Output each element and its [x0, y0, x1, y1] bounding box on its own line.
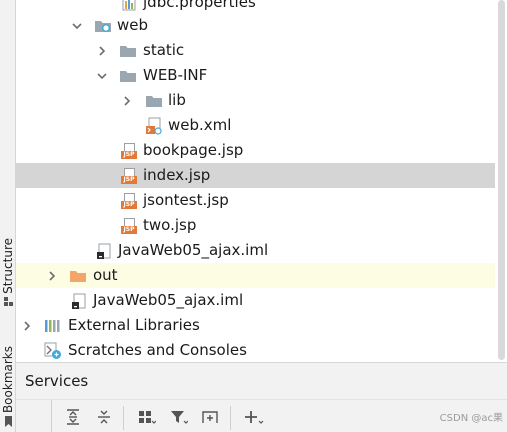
add-service-icon[interactable]	[243, 406, 265, 428]
chevron-down-icon[interactable]	[69, 18, 85, 34]
watermark: CSDN @ac果	[439, 413, 503, 424]
tree-row-static[interactable]: static	[16, 38, 495, 63]
folder-icon	[145, 92, 163, 110]
tree-label: JavaWeb05_ajax.iml	[118, 241, 269, 259]
bookmarks-tab-label: Bookmarks	[1, 346, 15, 414]
tree-row-web-inf[interactable]: WEB-INF	[16, 63, 495, 88]
left-tool-strip: Structure Bookmarks	[0, 0, 16, 432]
tree-row-lib[interactable]: lib	[16, 88, 495, 113]
collapse-all-icon[interactable]	[93, 406, 115, 428]
chevron-down-icon[interactable]	[94, 68, 110, 84]
services-title: Services	[25, 372, 89, 390]
iml-file-icon	[95, 242, 113, 260]
services-panel: Services	[16, 362, 507, 432]
tree-label: jsontest.jsp	[143, 191, 229, 209]
chevron-right-icon[interactable]	[44, 268, 60, 284]
tree-row-out[interactable]: out	[16, 263, 495, 288]
chevron-right-icon[interactable]	[94, 43, 110, 59]
structure-tab-label: Structure	[1, 238, 15, 294]
tree-label: JavaWeb05_ajax.iml	[93, 291, 244, 309]
services-toolbar	[16, 399, 507, 432]
jsp-file-icon: JSP	[120, 192, 138, 210]
group-by-icon[interactable]	[136, 406, 158, 428]
expand-all-icon[interactable]	[62, 406, 84, 428]
new-tab-icon[interactable]	[199, 406, 221, 428]
tree-label: lib	[168, 91, 186, 109]
tree-row-module-iml[interactable]: JavaWeb05_ajax.iml	[16, 238, 495, 263]
chevron-right-icon[interactable]	[19, 318, 35, 334]
bookmark-icon	[4, 416, 12, 428]
structure-icon	[3, 296, 13, 306]
jsp-file-icon: JSP	[120, 142, 138, 160]
tree-label: bookpage.jsp	[143, 141, 244, 159]
filter-icon[interactable]	[168, 406, 190, 428]
structure-tab[interactable]: Structure	[0, 238, 16, 306]
library-icon	[44, 317, 62, 335]
toolbar-separator	[230, 406, 231, 430]
tree-label: two.jsp	[143, 216, 197, 234]
tree-row-bookpage-jsp[interactable]: JSP bookpage.jsp	[16, 138, 495, 163]
tree-label: web	[117, 16, 149, 34]
tree-label: External Libraries	[68, 316, 200, 334]
iml-file-icon	[70, 292, 88, 310]
xml-file-icon	[145, 117, 163, 135]
tree-row-web[interactable]: web	[16, 13, 495, 38]
scratches-icon	[44, 342, 62, 360]
properties-file-icon	[120, 0, 138, 12]
jsp-file-icon: JSP	[120, 217, 138, 235]
tree-label: static	[143, 41, 185, 59]
tree-row-index-jsp[interactable]: JSP index.jsp	[16, 163, 495, 188]
tree-row-scratches[interactable]: Scratches and Consoles	[16, 338, 495, 363]
tree-label: WEB-INF	[143, 66, 208, 84]
web-folder-icon	[94, 17, 112, 35]
tree-row-root-iml[interactable]: JavaWeb05_ajax.iml	[16, 288, 495, 313]
tree-scrollbar[interactable]	[495, 0, 507, 362]
tree-label: web.xml	[168, 116, 232, 134]
excluded-folder-icon	[69, 267, 87, 285]
folder-icon	[119, 67, 137, 85]
bookmarks-tab[interactable]: Bookmarks	[0, 346, 16, 428]
folder-icon	[119, 42, 137, 60]
tree-label: out	[93, 266, 118, 284]
project-tree[interactable]: jdbc.properties web static WEB-INF lib w…	[16, 0, 495, 362]
tree-row-external-libraries[interactable]: External Libraries	[16, 313, 495, 338]
tree-row-jsontest-jsp[interactable]: JSP jsontest.jsp	[16, 188, 495, 213]
tree-label: Scratches and Consoles	[68, 341, 247, 359]
tree-label: index.jsp	[143, 166, 211, 184]
tree-row-web-xml[interactable]: web.xml	[16, 113, 495, 138]
chevron-right-icon[interactable]	[119, 93, 135, 109]
tree-row-two-jsp[interactable]: JSP two.jsp	[16, 213, 495, 238]
toolbar-separator	[123, 406, 124, 430]
scrollbar-thumb[interactable]	[498, 0, 505, 360]
jsp-file-icon: JSP	[120, 167, 138, 185]
